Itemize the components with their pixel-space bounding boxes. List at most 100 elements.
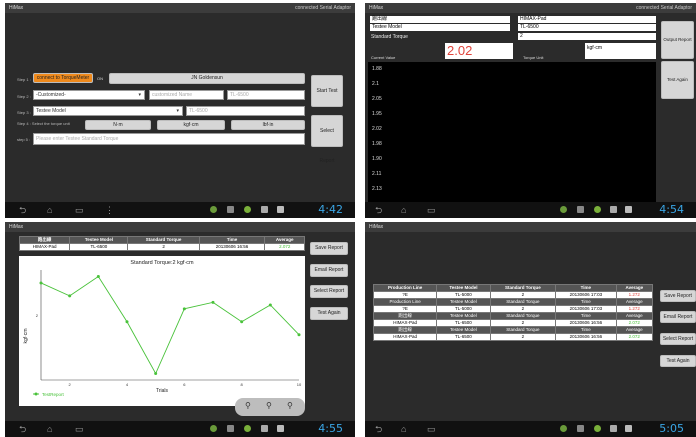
menu-icon[interactable]: ⋮ xyxy=(105,206,114,215)
test-again-button[interactable]: Test Again xyxy=(661,61,694,99)
unit-lbfin-button[interactable]: lbf·in xyxy=(231,120,305,130)
titlebar: HiMax xyxy=(5,222,355,232)
col-header: Average xyxy=(264,236,305,244)
test-again-button[interactable]: Test Again xyxy=(310,307,348,320)
save-tray-icon xyxy=(261,425,268,432)
table-cell: TL-6500 xyxy=(69,243,129,251)
home-icon[interactable]: ⌂ xyxy=(47,425,52,434)
back-icon[interactable]: ⮌ xyxy=(375,425,382,434)
save-report-button[interactable]: Save Report xyxy=(660,290,696,302)
zoom-out-icon[interactable]: ⚲ xyxy=(245,401,251,410)
recent-apps-icon[interactable]: ▭ xyxy=(75,206,84,215)
zoom-controls: ⚲ ⚲ ⚲ xyxy=(235,398,305,416)
select-report-button[interactable]: Select Report xyxy=(311,115,343,164)
col-header: 跑出線 xyxy=(18,236,71,244)
recent-apps-icon[interactable]: ▭ xyxy=(75,425,84,434)
customized-name-field[interactable]: customized Name xyxy=(149,90,224,100)
col-header: Time xyxy=(198,236,266,244)
testee-model-value: TL-6500 xyxy=(518,24,656,31)
unit-kgfcm-button[interactable]: kgf·cm xyxy=(157,120,225,130)
clock: 5:05 xyxy=(659,422,684,435)
table-cell: TL-6500 xyxy=(436,333,491,341)
table-cell: 20130606 17:03 xyxy=(555,305,617,313)
x-tick-label: 8 xyxy=(241,382,244,387)
table-cell: 20130606 16:56 xyxy=(198,243,266,251)
step1-label: Step 1 : xyxy=(17,77,31,82)
table-row[interactable]: HIMAX-Pad TL-6500 2 20130606 16:56 2.072 xyxy=(372,333,654,341)
nav-bar: ⮌ ⌂ ▭ 4:55 xyxy=(5,421,355,437)
android-tray-icon xyxy=(594,206,601,213)
back-icon[interactable]: ⮌ xyxy=(19,425,26,434)
data-point xyxy=(240,320,244,324)
app-title: HiMax xyxy=(369,5,384,11)
home-icon[interactable]: ⌂ xyxy=(47,206,52,215)
jin-button[interactable]: JN Goldensun xyxy=(109,73,305,84)
connection-status: connected Serial Adaptor xyxy=(636,5,692,11)
data-point xyxy=(154,372,158,376)
titlebar: HiMax connected Serial Adaptor xyxy=(365,3,696,13)
zoom-reset-icon[interactable]: ⚲ xyxy=(266,401,272,410)
triangle-down-icon: ▾ xyxy=(176,108,179,114)
reading-item: 1.90 xyxy=(372,156,382,162)
email-report-button[interactable]: Email Report xyxy=(660,311,696,323)
back-icon[interactable]: ⮌ xyxy=(375,206,382,215)
table-row[interactable]: ?E TL-5000 2 20130606 17:03 1.272 xyxy=(372,291,654,299)
save-tray-icon xyxy=(610,425,617,432)
testee-model-dropdown[interactable]: Testee Model ▾ xyxy=(33,106,183,116)
table-cell: Time xyxy=(555,312,617,320)
col-header: Standard Torque xyxy=(127,236,200,244)
select-report-button[interactable]: Select Report xyxy=(660,333,696,345)
table-cell: TL-5000 xyxy=(436,291,491,299)
table-cell: 2 xyxy=(127,243,200,251)
gallery-tray-icon xyxy=(227,206,234,213)
step5-label: step 5 : xyxy=(17,137,31,142)
col-header: Average xyxy=(615,284,654,292)
average-cell: 1.272 xyxy=(615,291,654,299)
home-icon[interactable]: ⌂ xyxy=(401,425,406,434)
readings-list: 1.88 2.1 2.05 1.95 2.02 1.98 1.90 2.11 2.13 xyxy=(368,62,656,202)
step2-model-field[interactable]: TL-6500 xyxy=(227,90,305,100)
customized-dropdown[interactable]: -Customized- ▾ xyxy=(33,90,145,100)
nav-bar: ⮌ ⌂ ▭ 4:54 xyxy=(365,202,696,218)
report-table: Production Line Testee Model Standard To… xyxy=(372,284,654,341)
recent-apps-icon[interactable]: ▭ xyxy=(427,206,436,215)
connect-button[interactable]: connect to TorqueMeter xyxy=(33,73,93,83)
app-title: HiMax xyxy=(369,224,384,230)
app-tray-icon xyxy=(210,425,217,432)
col-header: Time xyxy=(555,284,617,292)
table-cell: 2 xyxy=(489,319,557,327)
average-cell: 1.272 xyxy=(615,305,654,313)
average-cell: 2.072 xyxy=(615,333,654,341)
standard-torque-input[interactable]: Please enter Testee Standard Torque xyxy=(33,133,305,145)
select-report-button[interactable]: Select Report xyxy=(310,285,348,298)
table-cell: 2 xyxy=(489,305,557,313)
home-icon[interactable]: ⌂ xyxy=(401,206,406,215)
legend-marker xyxy=(34,392,38,396)
start-test-button[interactable]: Start Test xyxy=(311,75,343,107)
table-cell: TL-6500 xyxy=(436,319,491,327)
reading-item: 2.11 xyxy=(372,171,382,177)
current-value-label: Current Value xyxy=(371,55,396,60)
table-header-row: Production Line Testee Model Standard Torq… xyxy=(372,298,654,306)
table-row[interactable]: ?E TL-5000 2 20130606 17:03 1.272 xyxy=(372,305,654,313)
zoom-in-icon[interactable]: ⚲ xyxy=(287,401,293,410)
legend-label: TestReport xyxy=(42,392,65,397)
unit-nm-button[interactable]: N·m xyxy=(85,120,151,130)
step3-model-field[interactable]: TL-6500 xyxy=(186,106,305,116)
table-cell: TL-5000 xyxy=(436,305,491,313)
recent-apps-icon[interactable]: ▭ xyxy=(427,425,436,434)
app-tray-icon xyxy=(560,206,567,213)
table-row[interactable]: HIMAX-Pad TL-6500 2 20130606 16:56 2.072 xyxy=(372,319,654,327)
usb-tray-icon xyxy=(277,206,284,213)
save-report-button[interactable]: Save Report xyxy=(310,242,348,255)
data-point xyxy=(125,320,129,324)
usb-tray-icon xyxy=(625,206,632,213)
table-cell: HIMAX-Pad xyxy=(18,243,71,251)
testee-model-dropdown-value: Testee Model xyxy=(36,108,66,114)
test-again-button[interactable]: Test Again xyxy=(660,355,696,367)
output-report-button[interactable]: Output Report xyxy=(661,21,694,59)
back-icon[interactable]: ⮌ xyxy=(19,206,26,215)
clock: 4:54 xyxy=(659,203,684,216)
data-point xyxy=(297,333,301,337)
email-report-button[interactable]: Email Report xyxy=(310,264,348,277)
